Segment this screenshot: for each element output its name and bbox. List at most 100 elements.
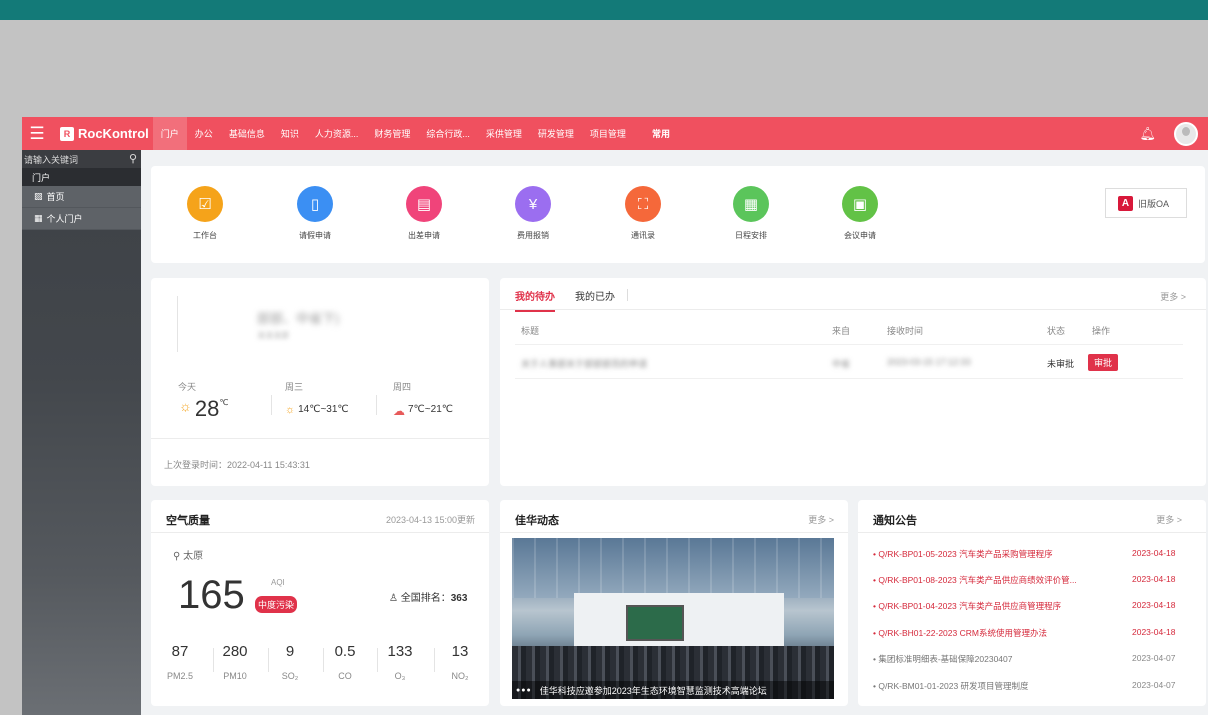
weather-day-thu: 周四 (393, 382, 412, 392)
portal-icon: ▦ (34, 213, 43, 223)
sidebar: 请输入关键词 ⚲ 门户 ▨ 首页 ▦ 个人门户 (22, 150, 141, 715)
pollutant-value: 133 (387, 643, 413, 660)
sun-icon: ☼ (285, 404, 296, 416)
rank-value: 363 (450, 593, 468, 604)
notice-more-link[interactable]: 更多 > (1156, 513, 1182, 526)
image-screen (626, 605, 684, 641)
app-expense[interactable]: ¥ 费用报销 (513, 186, 553, 241)
sidebar-item-personal-portal[interactable]: ▦ 个人门户 (22, 208, 141, 230)
pollutant-name: O₃ (394, 671, 406, 681)
nav-item-hr[interactable]: 人力资源... (307, 117, 367, 150)
todo-more-link[interactable]: 更多 > (1160, 290, 1186, 303)
pollutant-divider (377, 648, 378, 672)
notice-date: 2023-04-18 (1132, 627, 1176, 637)
approve-button[interactable]: 审批 (1088, 354, 1119, 371)
nav-item-office[interactable]: 办公 (187, 117, 221, 150)
brand-name: RocKontrol (78, 126, 149, 141)
notice-item[interactable]: • 集团标准明细表-基础保障20230407 (873, 653, 1098, 665)
user-avatar[interactable] (1174, 121, 1198, 146)
divider (151, 438, 489, 439)
air-quality-panel: 空气质量 2023-04-13 15:00更新 ⚲ 太原 165 AQI 中度污… (151, 500, 489, 706)
todo-panel: 我的待办 我的已办 更多 > 标题 来自 接收时间 状态 操作 关于人事部关于部… (500, 278, 1206, 486)
news-caption-text: 佳华科技应邀参加2023年生态环境智慧监测技术高端论坛 (539, 685, 767, 696)
old-oa-icon: A (1118, 195, 1133, 211)
weather-day-today: 今天 (178, 382, 197, 392)
weather-today-unit: ℃ (219, 398, 229, 407)
app-schedule[interactable]: ▦ 日程安排 (731, 186, 771, 241)
nav-item-admin[interactable]: 综合行政... (418, 117, 478, 150)
todo-row-title[interactable]: 关于人事部关于部部部员的申请 (521, 357, 647, 370)
col-header-from: 来自 (832, 326, 851, 336)
divider (151, 532, 489, 533)
notice-date: 2023-04-07 (1132, 680, 1176, 690)
top-nav: ☰ R RocKontrol 门户 办公 基础信息 知识 人力资源... 财务管… (22, 117, 1208, 150)
image-ceiling (512, 538, 834, 598)
top-teal-bar (0, 0, 1208, 20)
pollutant-divider (434, 648, 435, 672)
oa-app: ☰ R RocKontrol 门户 办公 基础信息 知识 人力资源... 财务管… (22, 117, 1208, 715)
image-stage (574, 593, 784, 653)
notice-item[interactable]: • Q/RK-BH01-22-2023 CRM系统使用管理办法 (873, 627, 1098, 639)
news-more-link[interactable]: 更多 > (808, 513, 834, 526)
brand-logo[interactable]: R RocKontrol (52, 117, 153, 150)
air-quality-title: 空气质量 (166, 515, 210, 527)
nav-item-finance[interactable]: 财务管理 (366, 117, 418, 150)
notice-item[interactable]: • Q/RK-BM01-01-2023 研发项目管理制度 (873, 680, 1098, 692)
app-shortcuts-panel: ☑ 工作台 ▯ 请假申请 ▤ 出差申请 ¥ 费用报销 ⛶ 通讯录 ▦ 日程安排 … (151, 166, 1205, 263)
sidebar-search-input[interactable]: 请输入关键词 (24, 153, 78, 166)
todo-row-from: 中省 (832, 359, 851, 369)
search-icon[interactable]: ⚲ (129, 152, 137, 165)
app-label: 会议申请 (844, 231, 876, 240)
app-meeting-request[interactable]: ▣ 会议申请 (840, 186, 880, 241)
app-label: 日程安排 (735, 231, 767, 240)
notice-date: 2023-04-18 (1132, 600, 1176, 610)
news-title: 佳华动态 (515, 515, 559, 527)
app-travel-request[interactable]: ▤ 出差申请 (404, 186, 444, 241)
nav-item-common[interactable]: 常用 (644, 117, 678, 150)
pollutant-value: 280 (222, 643, 248, 660)
pollutant-name: PM10 (223, 671, 247, 681)
weather-thu: ☁ 7℃~21℃ (393, 404, 453, 418)
home-icon: ▨ (34, 191, 43, 201)
aqi-level-badge: 中度污染 (255, 596, 298, 613)
sidebar-search[interactable]: 请输入关键词 ⚲ (22, 150, 141, 168)
menu-icon[interactable]: ☰ (22, 117, 52, 150)
nav-item-knowledge[interactable]: 知识 (273, 117, 307, 150)
nav-item-procurement[interactable]: 采供管理 (478, 117, 530, 150)
nav-item-basic-info[interactable]: 基础信息 (221, 117, 273, 150)
weather-day-wed: 周三 (285, 382, 304, 392)
notice-item[interactable]: • Q/RK-BP01-05-2023 汽车类产品采购管理程序 (873, 548, 1098, 560)
pollutant-divider (323, 648, 324, 672)
divider (500, 309, 1206, 310)
col-header-title: 标题 (521, 326, 540, 336)
app-contacts[interactable]: ⛶ 通讯录 (623, 186, 663, 241)
contacts-icon: ⛶ (625, 186, 661, 222)
profile-avatar (177, 296, 233, 352)
app-leave-request[interactable]: ▯ 请假申请 (295, 186, 335, 241)
app-workbench[interactable]: ☑ 工作台 (185, 186, 225, 241)
col-header-time: 接收时间 (887, 326, 924, 336)
news-caption[interactable]: ●●● 佳华科技应邀参加2023年生态环境智慧监测技术高端论坛 (512, 681, 834, 699)
nav-item-portal[interactable]: 门户 (152, 117, 187, 150)
notice-item[interactable]: • Q/RK-BP01-04-2023 汽车类产品供应商管理程序 (873, 600, 1098, 612)
air-quality-updated: 2023-04-13 15:00更新 (385, 515, 475, 525)
old-oa-button[interactable]: A 旧版OA (1105, 188, 1187, 218)
nav-item-project[interactable]: 项目管理 (582, 117, 634, 150)
notice-item[interactable]: • Q/RK-BP01-08-2023 汽车类产品供应商绩效评价管... (873, 574, 1098, 586)
col-header-status: 状态 (1047, 326, 1066, 336)
nav-item-rnd[interactable]: 研发管理 (530, 117, 582, 150)
weather-wed: ☼ 14℃~31℃ (285, 404, 349, 416)
pollutant-value: 13 (451, 643, 469, 660)
sidebar-item-home[interactable]: ▨ 首页 (22, 186, 141, 208)
bell-icon[interactable]: 🔔︎ (1139, 126, 1156, 142)
sidebar-group-portal[interactable]: 门户 (22, 168, 141, 186)
news-carousel-image[interactable]: ●●● 佳华科技应邀参加2023年生态环境智慧监测技术高端论坛 (512, 538, 834, 699)
pollutant-divider (213, 648, 214, 672)
old-oa-label: 旧版OA (1138, 198, 1170, 209)
checklist-icon: ☑ (187, 186, 223, 222)
weather-wed-temp: 14℃~31℃ (298, 404, 349, 415)
app-label: 工作台 (193, 231, 217, 240)
app-label: 请假申请 (299, 231, 331, 240)
sidebar-item-label: 个人门户 (46, 214, 83, 224)
carousel-dots-icon[interactable]: ●●● (516, 687, 532, 694)
